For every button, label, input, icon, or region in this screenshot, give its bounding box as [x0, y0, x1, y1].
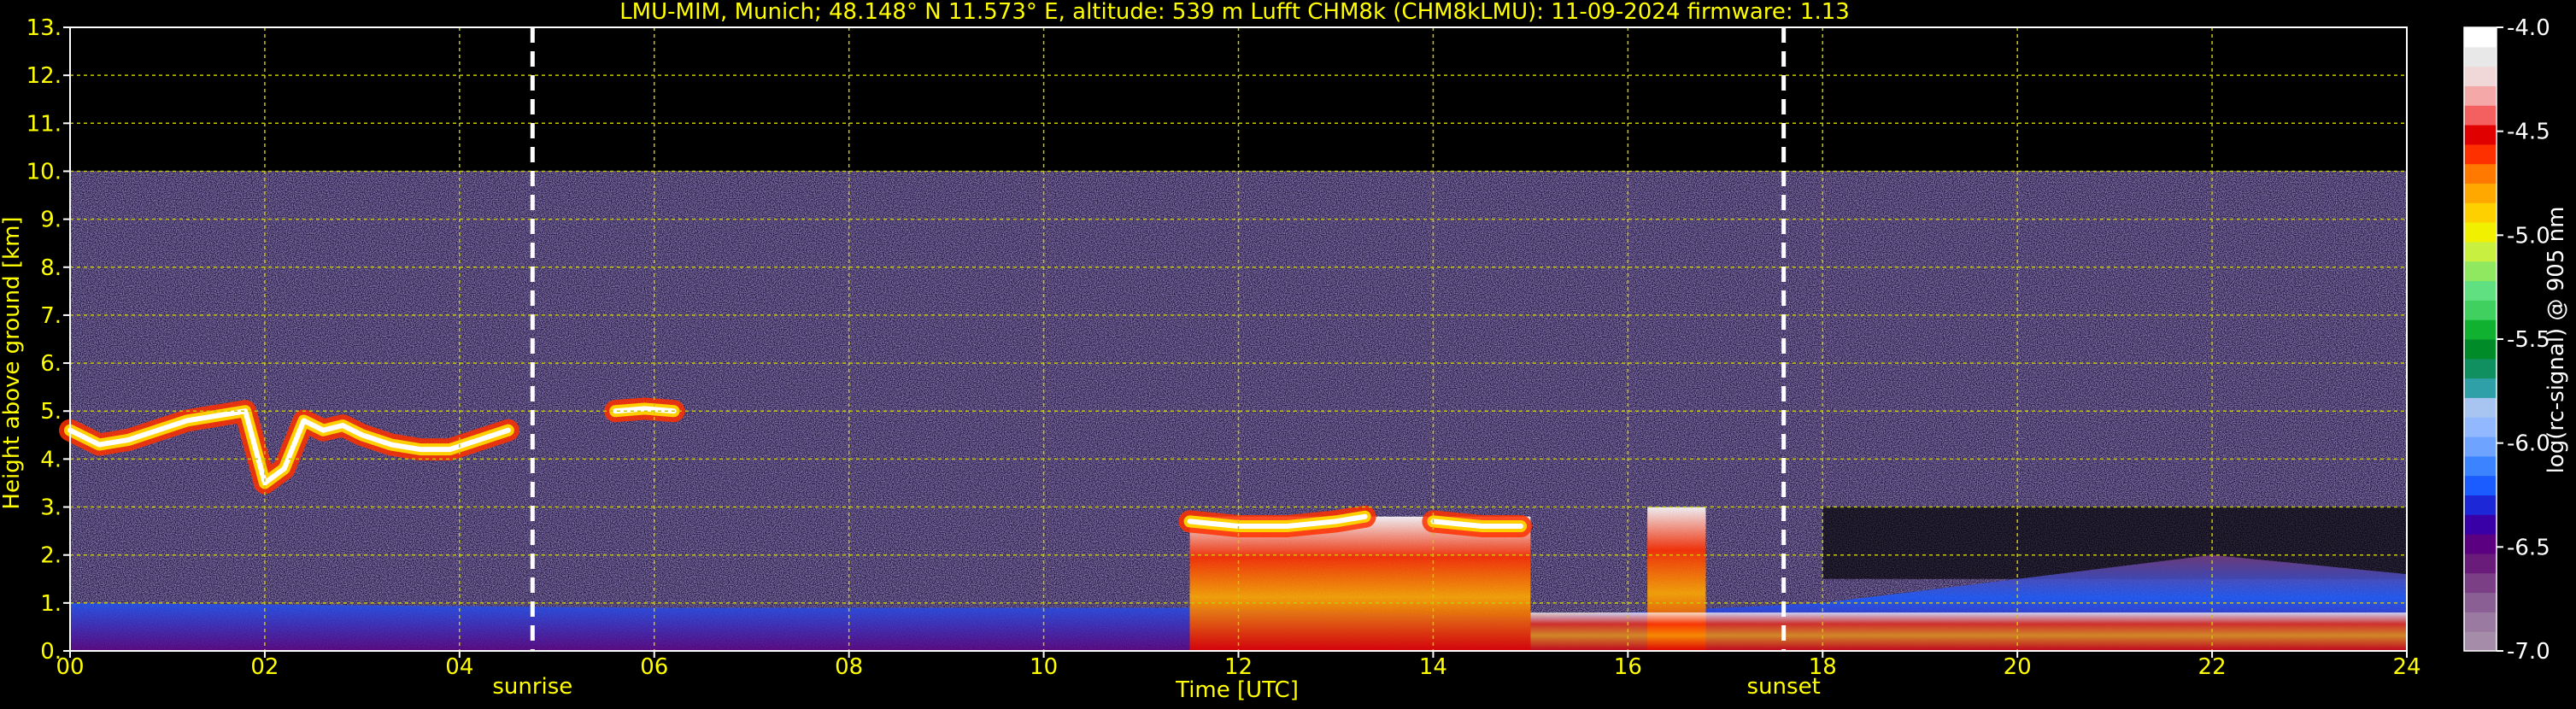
y-tick-label: 10.	[26, 159, 62, 185]
colorbar-segment	[2464, 66, 2497, 86]
y-tick-label: 2.	[40, 543, 62, 569]
ceilometer-chart: sunrise sunset 00 02 04 06 08 10 12 14 16 18 20 22 24…	[0, 0, 2576, 706]
colorbar-segment	[2464, 592, 2497, 612]
x-tick-label: 18	[1809, 654, 1837, 680]
colorbar-segment	[2464, 631, 2497, 652]
y-tick-label: 13.	[26, 15, 62, 41]
colorbar-segment	[2464, 475, 2497, 495]
annotation-label: sunrise	[492, 674, 572, 700]
colorbar-segment	[2464, 534, 2497, 554]
colorbar-segment	[2464, 241, 2497, 262]
colorbar-segment	[2464, 125, 2497, 145]
y-tick-label: 8.	[40, 255, 62, 281]
x-tick-label: 12	[1224, 654, 1253, 680]
colorbar: -4.0-4.5-5.0-5.5-6.0-6.5-7.0	[2463, 15, 2550, 665]
colorbar-segment	[2464, 437, 2497, 457]
x-tick-label: 02	[250, 654, 279, 680]
y-tick-label: 9.	[40, 208, 62, 233]
x-tick-label: 22	[2198, 654, 2227, 680]
chart-svg: sunrise sunset 00 02 04 06 08 10 12 14 16 18 20 22 24…	[0, 0, 2569, 703]
colorbar-segment	[2464, 46, 2497, 67]
colorbar-tick-label: -4.5	[2507, 120, 2550, 145]
y-tick-label: 11.	[26, 111, 62, 137]
colorbar-segment	[2464, 339, 2497, 360]
y-axis-label: Height above ground [km]	[0, 216, 25, 509]
colorbar-segment	[2464, 144, 2497, 165]
colorbar-segment	[2464, 222, 2497, 243]
x-tick-label: 10	[1030, 654, 1058, 680]
colorbar-label: log(rc-signal) @ 905 nm	[2544, 207, 2569, 474]
colorbar-segment	[2464, 280, 2497, 301]
y-tick-label: 0.	[40, 639, 62, 665]
y-tick-label: 6.	[40, 351, 62, 377]
colorbar-segment	[2464, 553, 2497, 574]
colorbar-segment	[2464, 495, 2497, 515]
x-tick-label: 16	[1614, 654, 1642, 680]
y-tick-label: 12.	[26, 63, 62, 89]
colorbar-segment	[2464, 319, 2497, 340]
colorbar-segment	[2464, 163, 2497, 184]
colorbar-segment	[2464, 572, 2497, 594]
x-tick-label: 24	[2392, 654, 2421, 680]
x-tick-label: 08	[835, 654, 863, 680]
x-tick-label: 06	[640, 654, 668, 680]
residual-layer	[1530, 612, 2407, 651]
chart-title: LMU-MIM, Munich; 48.148° N 11.573° E, al…	[619, 0, 1850, 25]
x-axis-label: Time [UTC]	[1175, 677, 1299, 703]
colorbar-segment	[2464, 85, 2497, 106]
y-tick-label: 5.	[40, 399, 62, 425]
colorbar-segment	[2464, 105, 2497, 126]
colorbar-tick-label: -6.5	[2507, 535, 2550, 560]
colorbar-segment	[2464, 183, 2497, 203]
colorbar-segment	[2464, 358, 2497, 379]
colorbar-segment	[2464, 378, 2497, 398]
colorbar-tick-label: -7.0	[2507, 639, 2550, 665]
colorbar-segment	[2464, 514, 2497, 535]
colorbar-segment	[2464, 612, 2497, 632]
x-tick-label: 14	[1419, 654, 1447, 680]
colorbar-segment	[2464, 397, 2497, 418]
colorbar-segment	[2464, 27, 2497, 48]
y-tick-label: 1.	[40, 591, 62, 617]
x-tick-label: 20	[2004, 654, 2032, 680]
colorbar-segment	[2464, 417, 2497, 437]
colorbar-segment	[2464, 261, 2497, 282]
x-tick-label: 04	[445, 654, 473, 680]
colorbar-segment	[2464, 455, 2497, 477]
colorbar-segment	[2464, 300, 2497, 320]
y-tick-label: 3.	[40, 495, 62, 521]
y-tick-label: 4.	[40, 447, 62, 472]
y-tick-label: 7.	[40, 303, 62, 329]
colorbar-segment	[2464, 202, 2497, 223]
colorbar-tick-label: -4.0	[2507, 15, 2550, 41]
